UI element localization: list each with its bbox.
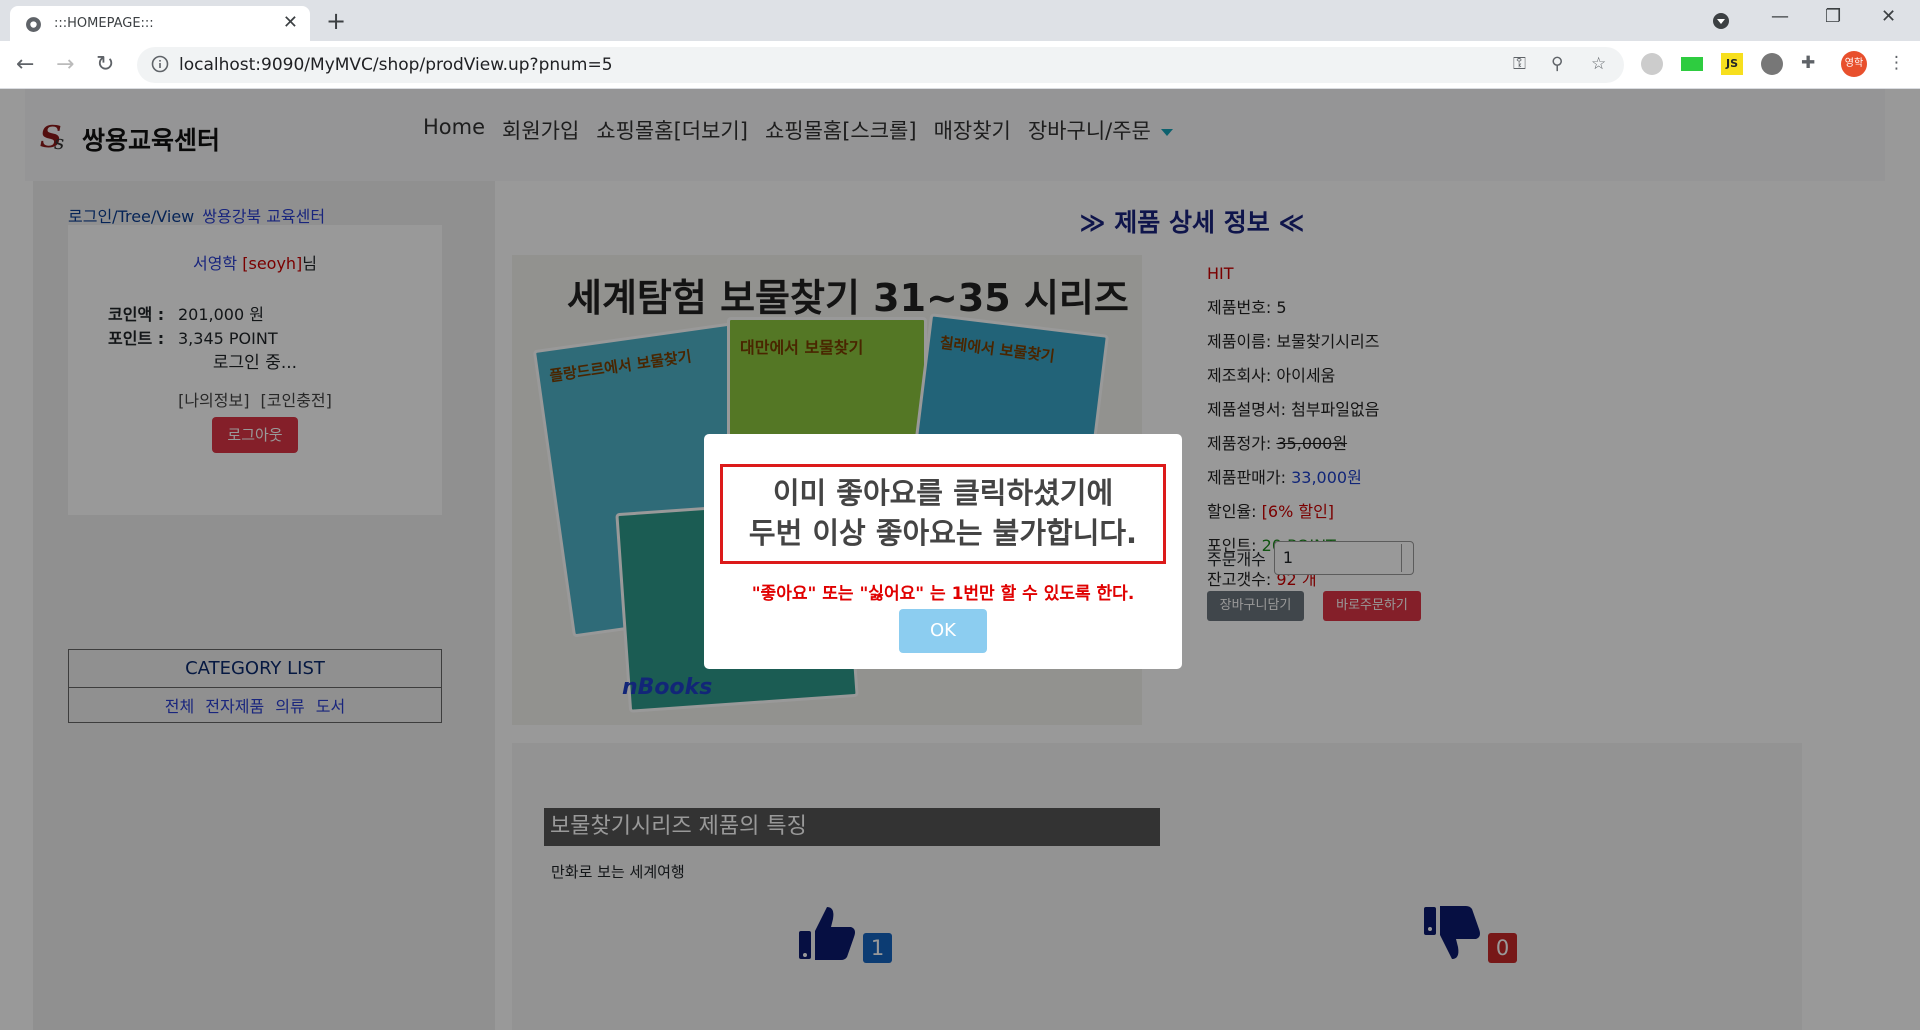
alert-modal: 이미 좋아요를 클릭하셨기에 두번 이상 좋아요는 불가합니다. "좋아요" 또… xyxy=(704,434,1182,669)
modal-message-line1: 이미 좋아요를 클릭하셨기에 xyxy=(772,476,1114,510)
zoom-icon[interactable]: ⚲ xyxy=(1551,54,1563,74)
browser-toolbar: ← → ↻ localhost:9090/MyMVC/shop/prodView… xyxy=(0,41,1920,89)
forward-icon[interactable]: → xyxy=(56,52,74,77)
globe-icon xyxy=(26,17,41,32)
minimize-icon[interactable]: — xyxy=(1771,6,1789,27)
menu-dots-icon[interactable]: ⋮ xyxy=(1888,53,1905,73)
reload-icon[interactable]: ↻ xyxy=(96,52,114,77)
address-bar[interactable]: localhost:9090/MyMVC/shop/prodView.up?pn… xyxy=(137,47,1624,83)
browser-tab[interactable]: :::HOMEPAGE::: ✕ xyxy=(10,6,310,41)
tab-search-icon[interactable] xyxy=(1712,12,1730,30)
extensions-puzzle-icon[interactable]: ✚ xyxy=(1801,53,1815,73)
modal-message-line2: 두번 이상 좋아요는 불가합니다. xyxy=(748,516,1138,550)
close-window-icon[interactable]: ✕ xyxy=(1881,6,1896,27)
ok-button[interactable]: OK xyxy=(899,609,987,653)
tab-title: :::HOMEPAGE::: xyxy=(54,16,154,31)
key-icon[interactable]: ⚿ xyxy=(1513,54,1526,74)
restore-icon[interactable]: ❐ xyxy=(1825,6,1841,27)
profile-avatar[interactable]: 영학 xyxy=(1841,51,1867,77)
new-tab-icon[interactable]: + xyxy=(326,7,346,35)
tab-close-icon[interactable]: ✕ xyxy=(283,12,298,33)
extension-green-icon[interactable] xyxy=(1681,57,1703,71)
modal-sub-message: "좋아요" 또는 "싫어요" 는 1번만 할 수 있도록 한다. xyxy=(751,584,1135,604)
browser-tabstrip: :::HOMEPAGE::: ✕ + — ❐ ✕ xyxy=(0,0,1920,41)
extension-bug-icon[interactable] xyxy=(1761,53,1783,75)
url-text: localhost:9090/MyMVC/shop/prodView.up?pn… xyxy=(179,55,613,75)
extension-js-icon[interactable]: JS xyxy=(1721,53,1743,75)
info-icon[interactable] xyxy=(151,55,169,73)
extension-search-icon[interactable] xyxy=(1641,53,1663,75)
back-icon[interactable]: ← xyxy=(16,52,34,77)
modal-message: 이미 좋아요를 클릭하셨기에 두번 이상 좋아요는 불가합니다. xyxy=(720,464,1166,564)
star-icon[interactable]: ☆ xyxy=(1591,54,1606,74)
